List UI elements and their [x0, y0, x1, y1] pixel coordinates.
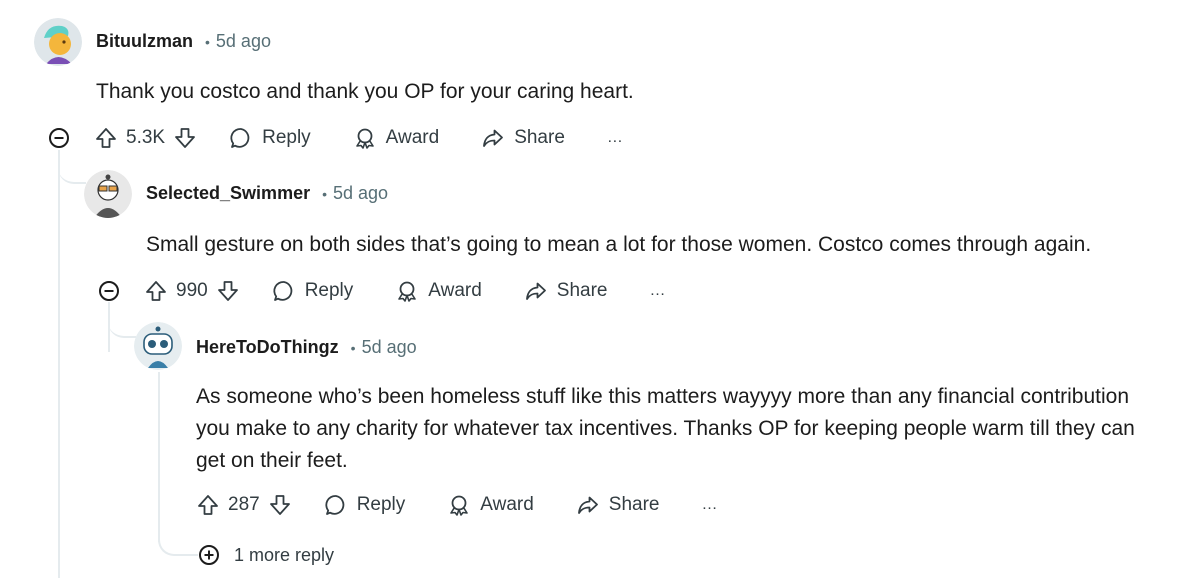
- award-label: Award: [385, 127, 440, 148]
- collapse-icon: [99, 281, 119, 301]
- award-button[interactable]: Award: [447, 493, 534, 517]
- comment-actions: 287 Reply Award Share …: [196, 487, 719, 523]
- overflow-menu-button[interactable]: …: [607, 129, 624, 147]
- comment-body: Small gesture on both sides that’s going…: [146, 233, 1092, 256]
- comment-actions: 5.3K Reply Award Share …: [94, 120, 624, 156]
- reply-label: Reply: [262, 127, 311, 148]
- comment-icon: [273, 281, 293, 301]
- thread-connector: [108, 302, 136, 338]
- collapse-button[interactable]: [48, 127, 70, 149]
- share-label: Share: [608, 494, 660, 515]
- downvote-icon: [217, 281, 238, 301]
- thread-connector: [58, 150, 86, 184]
- comment-icon: [230, 128, 250, 148]
- reply-button[interactable]: Reply: [324, 493, 406, 517]
- downvote-icon: [269, 495, 290, 515]
- award-icon: [450, 495, 469, 516]
- share-label: Share: [556, 280, 608, 301]
- comment-actions: 990 Reply Award Share …: [144, 273, 667, 309]
- avatar[interactable]: [34, 18, 82, 66]
- downvote-button[interactable]: [216, 279, 240, 303]
- reply-button[interactable]: Reply: [229, 126, 311, 150]
- expand-icon: [198, 544, 220, 566]
- author-name[interactable]: Bituulzman: [96, 31, 193, 52]
- overflow-menu-button[interactable]: …: [702, 496, 719, 514]
- upvote-icon: [198, 495, 218, 515]
- more-replies-label: 1 more reply: [234, 544, 335, 565]
- timestamp[interactable]: 5d ago: [362, 337, 417, 358]
- downvote-button[interactable]: [268, 493, 292, 517]
- comment-body: Thank you costco and thank you OP for yo…: [96, 80, 634, 103]
- upvote-icon: [146, 281, 166, 301]
- collapse-icon: [49, 128, 69, 148]
- author-name[interactable]: HereToDoThingz: [196, 337, 339, 358]
- share-label: Share: [514, 127, 565, 148]
- upvote-icon: [96, 128, 116, 148]
- overflow-icon: …: [606, 129, 624, 146]
- reply-label: Reply: [304, 280, 354, 301]
- award-label: Award: [428, 280, 482, 301]
- vote-count: 287: [228, 494, 260, 515]
- author-name[interactable]: Selected_Swimmer: [146, 183, 310, 204]
- overflow-menu-button[interactable]: …: [650, 282, 667, 300]
- share-button[interactable]: Share: [524, 279, 608, 303]
- comment-meta: Bituulzman • 5d ago: [96, 31, 271, 52]
- thread-line-level-2: [158, 372, 160, 542]
- award-icon: [398, 281, 417, 302]
- collapse-button[interactable]: [98, 280, 120, 302]
- comment-body: As someone who’s been homeless stuff lik…: [196, 385, 1135, 472]
- award-icon: [355, 128, 374, 149]
- meta-separator: •: [205, 33, 210, 50]
- thread-line-level-0: [58, 150, 60, 578]
- downvote-icon: [175, 128, 195, 148]
- comment-meta: HereToDoThingz • 5d ago: [196, 337, 417, 358]
- share-icon: [525, 282, 546, 300]
- overflow-icon: …: [701, 496, 719, 513]
- share-button[interactable]: Share: [481, 126, 565, 150]
- timestamp[interactable]: 5d ago: [333, 183, 388, 204]
- avatar[interactable]: [134, 322, 182, 370]
- timestamp[interactable]: 5d ago: [216, 31, 271, 52]
- upvote-button[interactable]: [144, 279, 168, 303]
- comment-meta: Selected_Swimmer • 5d ago: [146, 183, 388, 204]
- upvote-button[interactable]: [94, 126, 118, 150]
- share-icon: [483, 129, 504, 147]
- vote-count: 5.3K: [126, 127, 166, 148]
- avatar[interactable]: [84, 170, 132, 218]
- comment-icon: [325, 495, 345, 515]
- share-button[interactable]: Share: [576, 493, 660, 517]
- award-button[interactable]: Award: [395, 279, 482, 303]
- more-replies-button[interactable]: 1 more reply: [198, 544, 334, 566]
- overflow-icon: …: [649, 282, 667, 299]
- reply-button[interactable]: Reply: [272, 279, 354, 303]
- award-label: Award: [480, 494, 534, 515]
- reply-label: Reply: [356, 494, 406, 515]
- award-button[interactable]: Award: [353, 126, 440, 150]
- thread-connector: [158, 520, 198, 556]
- share-icon: [577, 496, 598, 514]
- vote-count: 990: [176, 280, 208, 301]
- meta-separator: •: [322, 185, 327, 202]
- upvote-button[interactable]: [196, 493, 220, 517]
- meta-separator: •: [350, 339, 356, 356]
- downvote-button[interactable]: [173, 126, 197, 150]
